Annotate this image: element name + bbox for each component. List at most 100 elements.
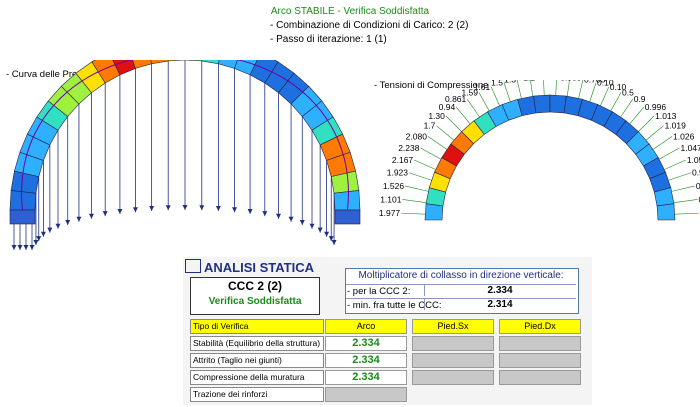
- load-arrowhead: [288, 216, 294, 222]
- page-title: Arco STABILE - Verifica Soddisfatta: [270, 6, 430, 17]
- iteration-line: - Passo di iterazione: 1 (1): [270, 34, 387, 45]
- per-ccc-label: - per la CCC 2:: [347, 286, 411, 297]
- load-arrowhead: [55, 223, 61, 229]
- load-arrowhead: [76, 216, 82, 222]
- stress-value-label: 0.817: [696, 181, 700, 191]
- load-arrowhead: [276, 213, 282, 219]
- load-arrowhead: [309, 223, 315, 229]
- arch-voussoir: [333, 190, 361, 211]
- support-arrowhead: [11, 245, 17, 250]
- stress-value-label: 1.977: [379, 208, 401, 218]
- stress-value-label: 1.30: [428, 111, 445, 121]
- load-arrowhead: [262, 211, 268, 217]
- stress-leader: [629, 106, 645, 125]
- arch-base-left: [9, 209, 36, 225]
- stress-value-label: 1.3: [504, 80, 516, 84]
- row-cell-stabilita-dx: [499, 336, 581, 351]
- stress-leader: [674, 212, 699, 215]
- stress-leader: [401, 212, 426, 215]
- load-arrowhead: [165, 205, 171, 211]
- stress-leader: [600, 86, 610, 106]
- stress-leader: [436, 125, 455, 141]
- arch-voussoir: [167, 60, 186, 62]
- load-arrowhead: [132, 207, 138, 213]
- stress-leader: [420, 147, 441, 160]
- stress-value-label: 2.167: [392, 155, 414, 165]
- load-arrowhead: [65, 220, 71, 226]
- load-arrowhead: [317, 227, 323, 233]
- stress-value-label: 1.026: [673, 131, 695, 141]
- stress-leader: [578, 80, 584, 99]
- stress-leader: [490, 86, 500, 106]
- stress-value-label: 1.5: [491, 80, 503, 88]
- stress-value-label: 2.238: [398, 143, 420, 153]
- row-value-compressione-arco: 2.334: [325, 370, 407, 385]
- stress-leader: [543, 80, 545, 96]
- load-arrowhead: [88, 213, 94, 219]
- stress-leader: [478, 92, 490, 111]
- load-arrowhead: [182, 205, 188, 210]
- load-arrowhead: [324, 231, 330, 237]
- compression-arch-drawing: 1.9771.1011.5261.9232.1672.2382.0801.71.…: [379, 80, 700, 221]
- stress-value-label: 1.019: [665, 121, 687, 131]
- row-cell-trazione-arco: [325, 387, 407, 402]
- load-arrowhead: [102, 211, 108, 217]
- stress-value-label: 1.61: [474, 82, 491, 92]
- collapse-multiplier-title: Moltiplicatore di collasso in direzione …: [346, 270, 576, 285]
- stress-leader: [589, 82, 597, 102]
- stress-leader: [638, 115, 655, 132]
- stress-leader: [664, 159, 686, 170]
- stress-value-label: 1.047: [681, 143, 700, 153]
- stress-leader: [455, 106, 471, 125]
- stress-voussoir: [533, 94, 551, 114]
- support-arrowhead: [17, 245, 23, 250]
- load-arrowhead: [247, 208, 253, 214]
- row-cell-compressione-dx: [499, 370, 581, 385]
- row-value-stabilita-arco: 2.334: [325, 336, 407, 351]
- stress-value-label: 1.7: [424, 121, 436, 131]
- stress-leader: [555, 80, 557, 96]
- stress-leader: [659, 147, 680, 160]
- load-arrowhead: [232, 207, 238, 213]
- row-label-attrito: Attrito (Taglio nei giunti): [190, 353, 324, 368]
- stress-value-label: 1.101: [380, 194, 402, 204]
- ccc-status: Verifica Soddisfatta: [208, 296, 302, 307]
- stress-leader: [668, 172, 692, 181]
- col-header-pied-dx: Pied.Dx: [499, 319, 581, 334]
- load-arrowhead: [117, 208, 123, 214]
- arch-voussoir: [9, 190, 37, 211]
- stress-value-label: 1.013: [655, 111, 677, 121]
- row-label-stabilita: Stabilità (Equilibrio della struttura): [190, 336, 324, 351]
- stress-value-label: 1.1: [523, 80, 535, 83]
- stress-value-label: 0.995: [692, 168, 700, 178]
- row-cell-stabilita-sx: [412, 336, 494, 351]
- stress-leader: [408, 172, 432, 181]
- col-header-tipo: Tipo di Verifica: [190, 319, 324, 334]
- stress-leader: [445, 115, 462, 132]
- stress-leader: [467, 99, 480, 118]
- load-arrowhead: [149, 206, 155, 212]
- pressure-arch-drawing: [9, 60, 361, 250]
- row-cell-attrito-sx: [412, 353, 494, 368]
- stress-leader: [671, 185, 695, 192]
- stress-value-label: 2.080: [406, 131, 428, 141]
- support-arrowhead: [23, 245, 29, 250]
- col-header-arco: Arco: [325, 319, 407, 334]
- stress-value-label: 1.056: [687, 155, 700, 165]
- stress-value-label: 0.939: [560, 80, 582, 83]
- load-arrowhead: [33, 240, 39, 245]
- analysis-title: ANALISI STATICA: [185, 259, 314, 275]
- ccc-title: CCC 2 (2): [227, 279, 282, 293]
- support-arrowhead: [29, 245, 35, 250]
- load-arrowhead: [199, 205, 205, 211]
- stress-leader: [427, 136, 448, 150]
- stress-leader: [645, 125, 664, 141]
- min-ccc-value: 2.314: [424, 299, 575, 310]
- stress-leader: [673, 199, 698, 204]
- stress-leader: [620, 99, 633, 118]
- stress-leader: [610, 92, 622, 111]
- stress-value-label: 0.5: [622, 88, 634, 98]
- stress-leader: [503, 82, 511, 102]
- stress-value-label: 1.526: [383, 181, 405, 191]
- chart-icon: [185, 259, 201, 273]
